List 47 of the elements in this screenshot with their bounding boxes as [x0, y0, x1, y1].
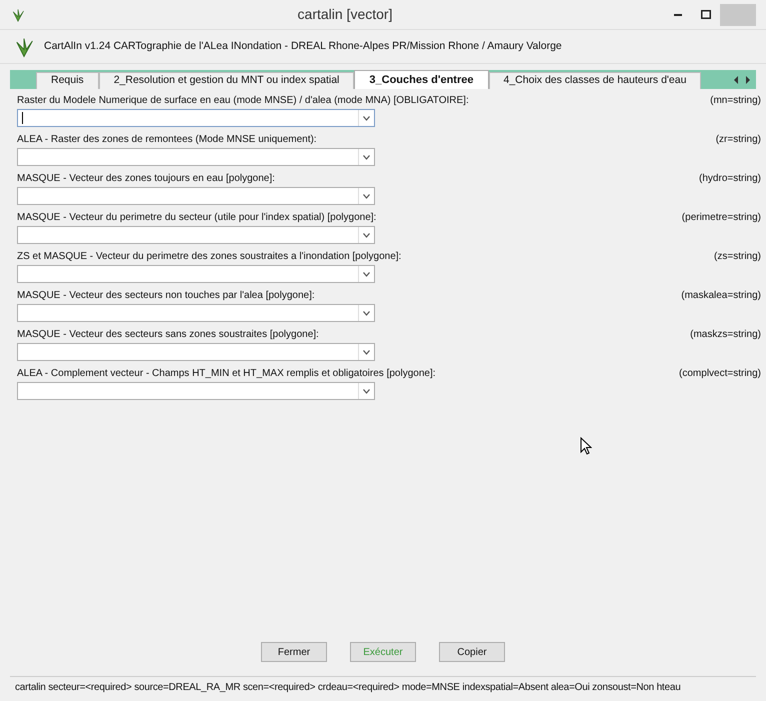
field-label: ALEA - Raster des zones de remontees (Mode MNSE uniquement):: [17, 133, 317, 146]
dropdown-caret-icon: [363, 194, 370, 198]
parameter-name: (maskzs=string): [690, 328, 761, 341]
field-label: MASQUE - Vecteur des zones toujours en eau [polygone]:: [17, 172, 275, 185]
parameter-name: (perimetre=string): [682, 211, 761, 224]
parameter-name: (zs=string): [714, 250, 761, 263]
window-title: cartalin [vector]: [296, 5, 394, 24]
minimize-icon: [674, 14, 682, 16]
field-label: Raster du Modele Numerique de surface en eau (mode MNSE) / d'alea (mode MNA) [OBLIGATOIRE]:: [17, 94, 469, 107]
combo-box[interactable]: [17, 265, 375, 283]
field-label: MASQUE - Vecteur des secteurs non touches par l'alea [polygone]:: [17, 289, 315, 302]
combo-box[interactable]: [17, 109, 375, 127]
combo-box[interactable]: [17, 148, 375, 166]
tab[interactable]: 4_Choix des classes de hauteurs d'eau: [488, 72, 702, 89]
dialog-button[interactable]: Fermer: [261, 642, 327, 662]
combo-box[interactable]: [17, 382, 375, 400]
dropdown-caret-icon: [363, 310, 370, 316]
parameter-name: (maskalea=string): [681, 289, 761, 302]
field-label: ALEA - Complement vecteur - Champs HT_MIN et HT_MAX remplis et obligatoires [polygone]:: [17, 367, 436, 380]
field-label: MASQUE - Vecteur des secteurs sans zones soustraites [polygone]:: [17, 328, 319, 341]
dropdown-caret-icon: [363, 232, 370, 238]
header-text: CartAlIn v1.24 CARTographie de l'ALea INondation - DREAL Rhone-Alpes PR/Mission Rhone / Amaury Valorge: [44, 38, 562, 54]
app-icon: [10, 6, 26, 22]
tab[interactable]: Requis: [36, 72, 99, 89]
parameter-name: (complvect=string): [679, 367, 761, 380]
combo-box[interactable]: [17, 187, 375, 205]
parameter-name: (hydro=string): [699, 172, 761, 185]
combo-box[interactable]: [17, 226, 375, 244]
tab[interactable]: 3_Couches d'entree: [354, 70, 488, 89]
text-cursor: [22, 112, 23, 124]
dropdown-caret-icon: [363, 116, 370, 120]
field-label: MASQUE - Vecteur du perimetre du secteur (utile pour l'index spatial) [polygone]:: [17, 211, 376, 224]
mouse-pointer-icon: [580, 437, 592, 455]
dialog-button[interactable]: Copier: [439, 642, 505, 662]
dropdown-caret-icon: [363, 350, 370, 354]
dropdown-caret-icon: [363, 154, 370, 160]
dropdown-caret-icon: [363, 388, 370, 394]
combo-box[interactable]: [17, 304, 375, 322]
scroll-arrows-icon[interactable]: [732, 75, 752, 85]
status-text: cartalin secteur=<required> source=DREAL_RA_MR scen=<required> crdeau=<required> mode=MNSE indexspatial=Absent alea=Oui zonsoust=Non hteau: [15, 681, 681, 695]
maximize-icon: [701, 10, 711, 19]
parameter-name: (zr=string): [716, 133, 761, 146]
combo-box[interactable]: [17, 343, 375, 361]
dropdown-caret-icon: [363, 272, 370, 276]
tab[interactable]: 2_Resolution et gestion du MNT ou index spatial: [98, 72, 354, 89]
field-label: ZS et MASQUE - Vecteur du perimetre des zones soustraites a l'inondation [polygone]:: [17, 250, 402, 263]
parameter-name: (mn=string): [710, 94, 761, 107]
